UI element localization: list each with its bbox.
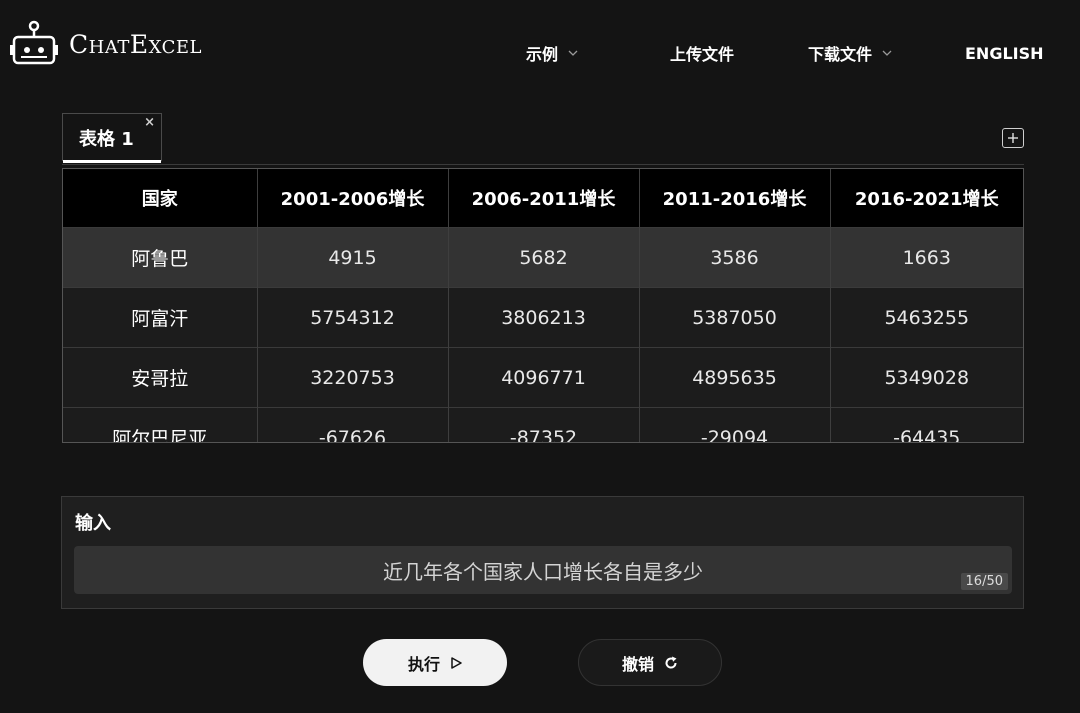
table-cell: -67626 [257,407,449,442]
close-icon[interactable]: × [144,115,155,130]
table-cell: 4096771 [448,347,640,408]
query-input-panel: 输入 近几年各个国家人口增长各自是多少 16/50 [61,496,1024,609]
nav-examples-label: 示例 [526,45,559,64]
nav-examples[interactable]: 示例 [526,40,578,66]
char-counter: 16/50 [960,573,1008,590]
sheet-tab-bar: 表格 1 × [62,113,1024,165]
app-title: ChatExcel [69,29,202,59]
robot-logo-icon [10,20,58,65]
plus-icon [1008,133,1018,143]
table-cell: 3806213 [448,287,640,348]
table-cell: 3586 [639,227,831,288]
tab-sheet-1[interactable]: 表格 1 × [62,113,162,163]
column-header: 2011-2016增长 [639,169,831,228]
table-row[interactable]: 安哥拉 3220753 4096771 4895635 5349028 [63,347,1023,408]
table-row[interactable]: 阿尔巴尼亚 -67626 -87352 -29094 -64435 [63,407,1023,442]
table-cell: 1663 [830,227,1023,288]
table-cell: -29094 [639,407,831,442]
nav-upload[interactable]: 上传文件 [670,40,734,66]
data-table: 国家 2001-2006增长 2006-2011增长 2011-2016增长 2… [63,169,1023,442]
table-cell: 3220753 [257,347,449,408]
table-cell: -87352 [448,407,640,442]
table-header-row: 国家 2001-2006增长 2006-2011增长 2011-2016增长 2… [63,169,1023,228]
nav-download-label: 下载文件 [808,45,873,64]
table-cell: 5754312 [257,287,449,348]
column-header: 国家 [63,169,258,228]
refresh-icon [664,656,678,670]
undo-button-label: 撤销 [621,654,654,674]
query-input-value: 近几年各个国家人口增长各自是多少 [383,560,703,584]
page: ChatExcel 示例 上传文件 下载文件 ENGLISH 表格 1 × 国家… [0,0,1080,713]
table-cell: 4915 [257,227,449,288]
column-header: 2016-2021增长 [830,169,1023,228]
table-cell: -64435 [830,407,1023,442]
table-cell: 5682 [448,227,640,288]
query-input[interactable]: 近几年各个国家人口增长各自是多少 16/50 [74,546,1012,594]
run-button-label: 执行 [407,654,440,674]
chevron-down-icon [568,50,578,56]
column-header: 2006-2011增长 [448,169,640,228]
data-table-container[interactable]: 国家 2001-2006增长 2006-2011增长 2011-2016增长 2… [62,168,1024,443]
logo[interactable]: ChatExcel [9,20,202,68]
nav-english-label: ENGLISH [965,43,1044,63]
input-label: 输入 [75,513,111,534]
table-cell: 5463255 [830,287,1023,348]
table-cell: 4895635 [639,347,831,408]
table-cell: 阿富汗 [63,287,258,348]
table-cell: 5387050 [639,287,831,348]
table-cell: 5349028 [830,347,1023,408]
nav-upload-label: 上传文件 [670,45,735,64]
table-cell: 安哥拉 [63,347,258,408]
play-icon [450,656,462,669]
table-row[interactable]: 阿富汗 5754312 3806213 5387050 5463255 [63,287,1023,348]
nav-english[interactable]: ENGLISH [965,40,1044,66]
column-header: 2001-2006增长 [257,169,449,228]
add-tab-button[interactable] [1002,128,1024,148]
undo-button[interactable]: 撤销 [578,639,722,686]
top-bar: ChatExcel 示例 上传文件 下载文件 ENGLISH [0,0,1080,106]
chevron-down-icon [882,50,892,56]
table-row[interactable]: 阿鲁巴 4915 5682 3586 1663 [63,227,1023,288]
table-cell: 阿尔巴尼亚 [63,407,258,442]
tab-label: 表格 1 [79,128,134,150]
run-button[interactable]: 执行 [363,639,507,686]
table-cell: 阿鲁巴 [63,227,258,288]
nav-download[interactable]: 下载文件 [808,40,892,66]
